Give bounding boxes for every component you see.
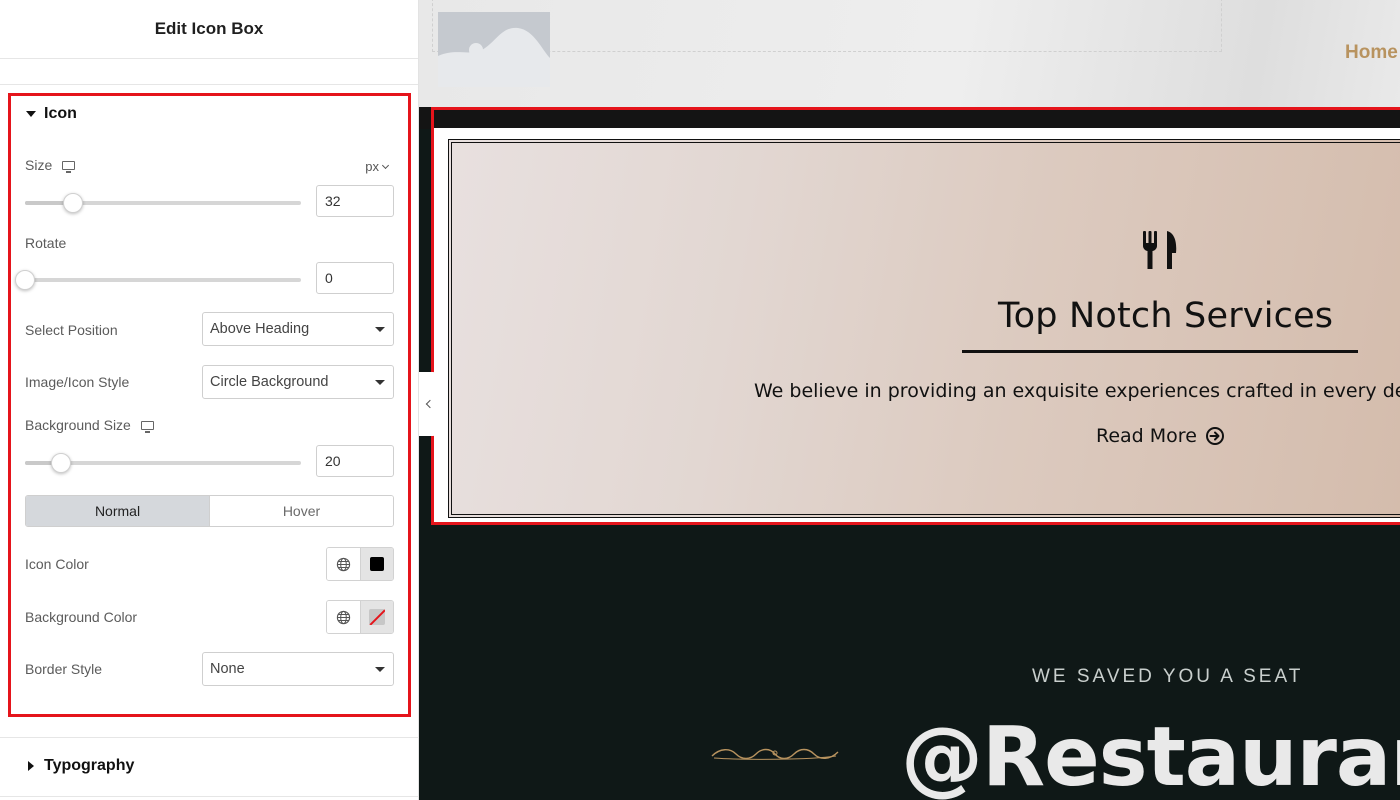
background-color-picker[interactable] <box>361 601 393 633</box>
global-colors-button[interactable] <box>327 548 361 580</box>
globe-icon <box>336 610 351 624</box>
rotate-label-row: Rotate <box>25 235 66 251</box>
caret-right-icon <box>28 761 34 771</box>
rotate-label: Rotate <box>25 235 67 251</box>
size-slider-fill <box>25 201 67 205</box>
tab-normal[interactable]: Normal <box>26 496 209 526</box>
background-color-label: Background Color <box>25 609 138 625</box>
background-color-control <box>326 600 394 634</box>
element-selection-outline <box>431 107 1400 525</box>
background-size-slider[interactable] <box>25 453 301 473</box>
tab-hover[interactable]: Hover <box>209 496 393 526</box>
no-color-swatch-icon <box>369 609 385 625</box>
background-size-label: Background Size <box>25 417 131 433</box>
icon-section-toggle[interactable]: Icon <box>26 105 77 123</box>
rotate-slider-thumb[interactable] <box>15 270 35 290</box>
icon-color-picker[interactable] <box>361 548 393 580</box>
icon-section: Icon Size px 32 Rotate 0 Select Position… <box>8 93 411 717</box>
size-label: Size <box>25 157 53 173</box>
size-unit: px <box>365 159 379 174</box>
background-size-input[interactable]: 20 <box>316 445 394 477</box>
image-icon-style-value: Circle Background <box>210 374 329 390</box>
icon-section-title: Icon <box>44 105 77 122</box>
chevron-left-icon <box>425 399 434 409</box>
border-style-dropdown[interactable]: None <box>202 652 394 686</box>
size-slider-thumb[interactable] <box>63 193 84 213</box>
rotate-slider[interactable] <box>15 270 301 290</box>
border-style-label: Border Style <box>25 661 103 677</box>
logo-area[interactable] <box>432 0 1222 52</box>
site-header: Home <box>419 0 1400 107</box>
size-slider[interactable] <box>25 193 301 213</box>
border-style-value: None <box>210 661 245 677</box>
collapse-panel-button[interactable] <box>419 372 437 436</box>
background-size-slider-fill <box>25 461 53 465</box>
typography-section-toggle[interactable]: Typography <box>28 757 134 775</box>
background-size-label-row: Background Size <box>25 417 154 433</box>
dropdown-arrow-icon <box>375 380 385 385</box>
size-label-row: Size <box>25 157 76 173</box>
desktop-icon[interactable] <box>140 420 154 433</box>
size-input[interactable]: 32 <box>316 185 394 217</box>
nav-link-home[interactable]: Home <box>1345 42 1398 64</box>
section-divider <box>0 796 419 797</box>
image-icon-style-label: Image/Icon Style <box>25 374 130 390</box>
chevron-down-icon <box>381 161 390 169</box>
size-unit-dropdown[interactable]: px <box>365 159 390 174</box>
section-divider <box>0 737 419 738</box>
icon-color-label: Icon Color <box>25 556 89 572</box>
panel-header: Edit Icon Box <box>0 0 418 59</box>
icon-color-swatch <box>370 557 384 571</box>
desktop-icon[interactable] <box>62 160 76 173</box>
decorative-flourish-icon <box>711 748 839 760</box>
section-subheading: WE SAVED YOU A SEAT <box>1032 666 1304 687</box>
icon-color-control <box>326 547 394 581</box>
global-colors-button[interactable] <box>327 601 361 633</box>
image-icon-style-dropdown[interactable]: Circle Background <box>202 365 394 399</box>
dropdown-arrow-icon <box>375 327 385 332</box>
panel-tabs-gap <box>0 59 418 85</box>
select-position-label: Select Position <box>25 322 118 338</box>
select-position-dropdown[interactable]: Above Heading <box>202 312 394 346</box>
panel-title: Edit Icon Box <box>154 19 264 38</box>
caret-down-icon <box>26 111 36 117</box>
page-preview: Home Top Notch Services We believe in pr… <box>419 0 1400 800</box>
typography-section-title: Typography <box>44 757 135 774</box>
rotate-input[interactable]: 0 <box>316 262 394 294</box>
select-position-value: Above Heading <box>210 321 310 337</box>
dropdown-arrow-icon <box>375 667 385 672</box>
editor-panel: Edit Icon Box Icon Size px 32 Rotate 0 S… <box>0 0 419 800</box>
state-toggle: Normal Hover <box>25 495 394 527</box>
background-size-slider-thumb[interactable] <box>50 453 71 473</box>
restaurant-watermark-heading: @Restaurant <box>901 710 1400 800</box>
globe-icon <box>336 557 351 571</box>
image-placeholder-icon[interactable] <box>438 12 550 87</box>
